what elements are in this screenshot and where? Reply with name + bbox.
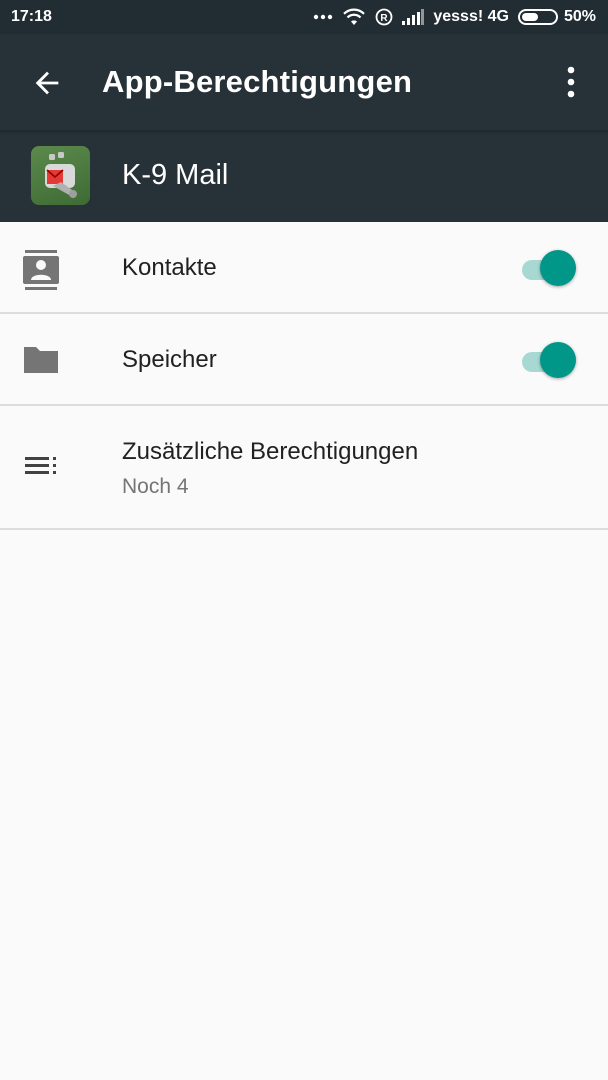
k9-mail-icon — [31, 146, 90, 205]
permissions-list: Kontakte Speicher Zusätzliche Berechtigu… — [0, 222, 608, 530]
signal-icon — [402, 9, 425, 25]
permission-row-speicher[interactable]: Speicher — [0, 314, 608, 406]
status-time: 17:18 — [11, 8, 52, 25]
additional-permissions-label: Zusätzliche Berechtigungen — [122, 438, 419, 465]
toggle-thumb — [540, 342, 576, 378]
additional-permissions-row[interactable]: Zusätzliche Berechtigungen Noch 4 — [0, 406, 608, 530]
folder-icon — [22, 345, 60, 380]
toggle-speicher[interactable] — [520, 341, 578, 381]
battery-icon: 50% — [517, 8, 596, 26]
toggle-thumb — [540, 250, 576, 286]
permission-label: Kontakte — [122, 254, 217, 281]
app-header: K-9 Mail — [0, 130, 608, 222]
permission-row-kontakte[interactable]: Kontakte — [0, 222, 608, 314]
svg-text:R: R — [381, 13, 389, 24]
back-button[interactable] — [30, 66, 64, 100]
arrow-back-icon — [35, 71, 59, 95]
app-bar: App-Berechtigungen — [0, 34, 608, 130]
battery-fill — [521, 13, 538, 21]
roaming-icon: R — [375, 8, 393, 26]
wifi-icon — [343, 8, 366, 25]
toggle-kontakte[interactable] — [520, 249, 578, 289]
contacts-icon — [22, 250, 60, 295]
permission-label: Speicher — [122, 346, 217, 373]
status-icons: R yesss! 4G 50% — [313, 8, 596, 26]
page-title: App-Berechtigungen — [102, 64, 413, 99]
list-icon — [25, 456, 59, 481]
more-dots-icon — [314, 14, 333, 20]
app-name: K-9 Mail — [122, 159, 229, 191]
additional-permissions-count: Noch 4 — [122, 475, 189, 498]
status-carrier: yesss! 4G — [433, 8, 509, 25]
more-vert-icon — [567, 66, 575, 98]
battery-percent: 50% — [563, 8, 596, 25]
overflow-menu-button[interactable] — [558, 64, 584, 100]
status-bar: 17:18 R yesss! 4G 50% — [0, 0, 608, 34]
